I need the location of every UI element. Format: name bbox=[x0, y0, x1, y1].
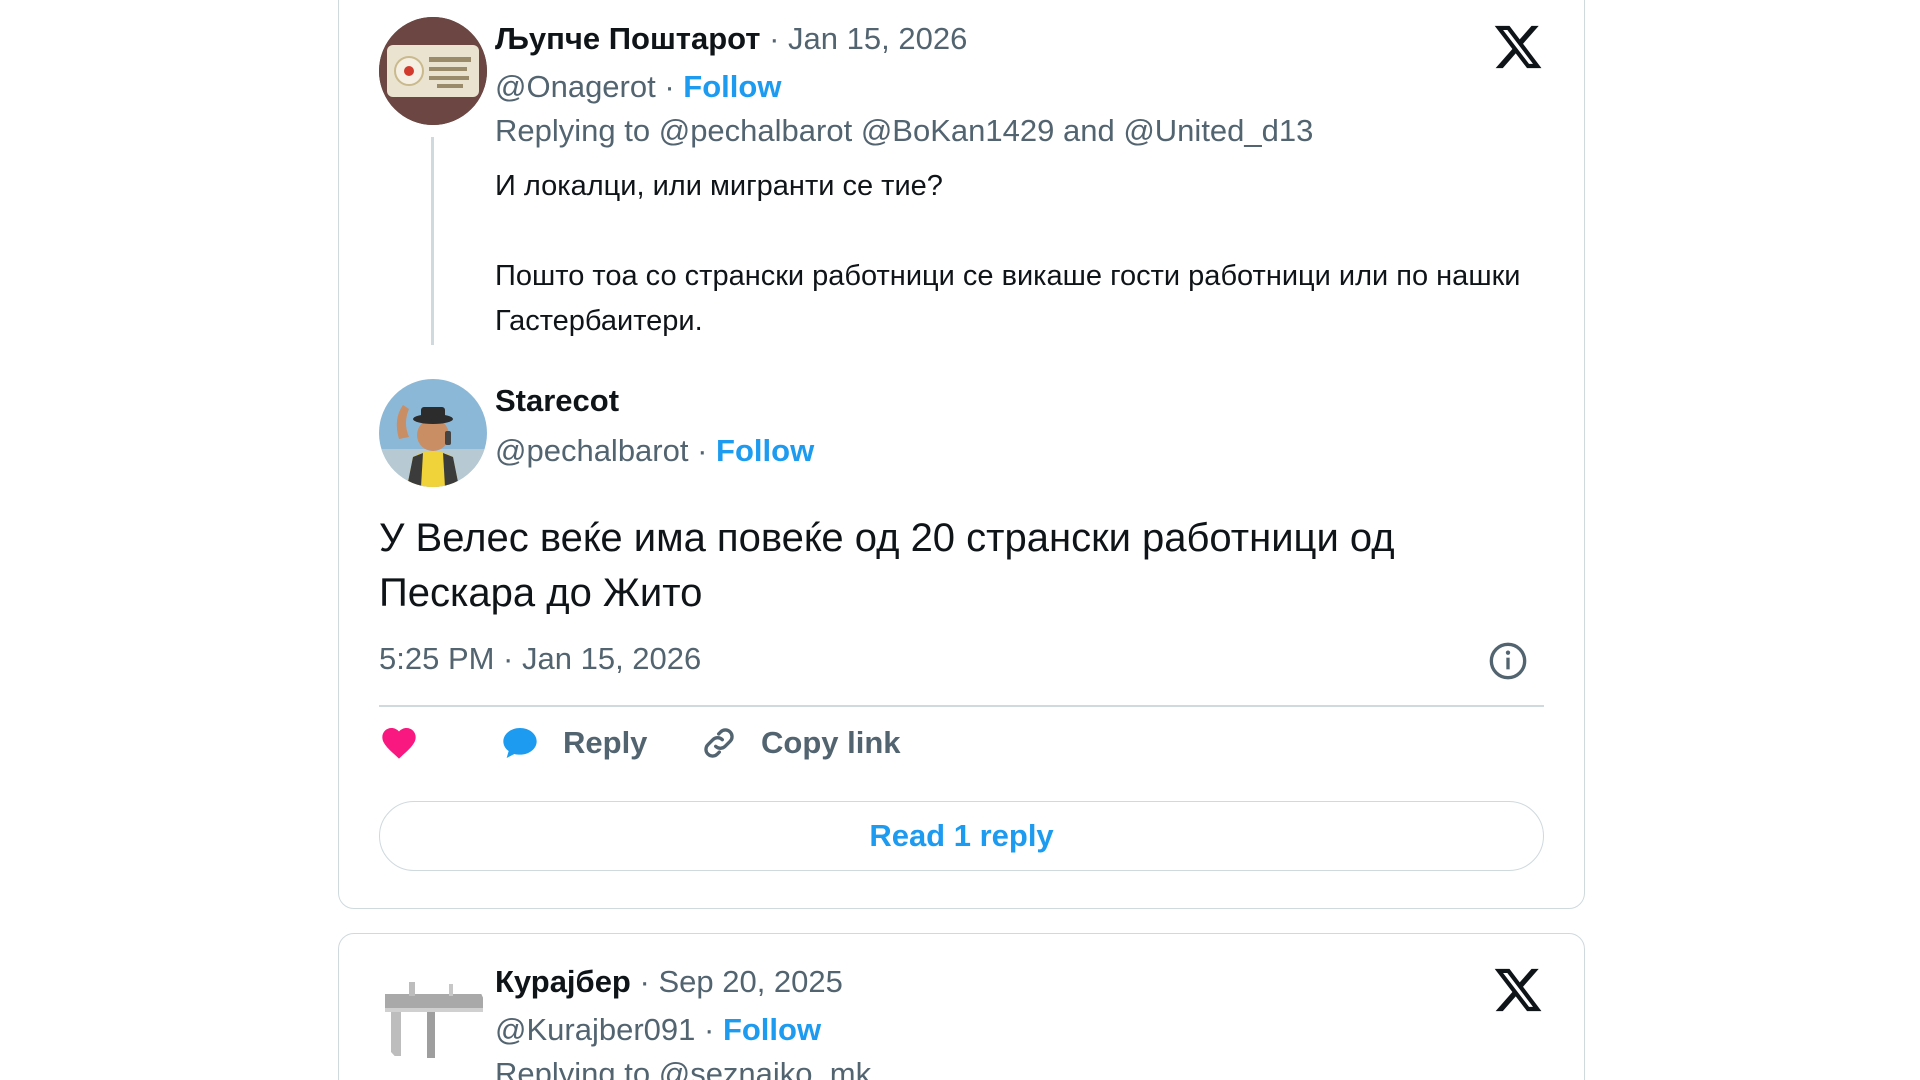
reply-label: Reply bbox=[563, 725, 648, 760]
quoted-text-line: Пошто тоа со странски работници се викаш… bbox=[495, 260, 1521, 337]
mention-link[interactable]: @United_d13 bbox=[1123, 113, 1313, 148]
replying-to: Replying to @pechalbarot @BoKan1429 and … bbox=[495, 113, 1313, 149]
follow-link[interactable]: Follow bbox=[683, 69, 781, 104]
author-handle[interactable]: @Kurajber091 bbox=[495, 1012, 695, 1047]
x-logo-icon[interactable] bbox=[1492, 21, 1544, 73]
reply-button[interactable]: Reply bbox=[499, 718, 647, 768]
mention-link[interactable]: @BoKan1429 bbox=[861, 113, 1055, 148]
link-icon bbox=[704, 728, 734, 758]
speech-bubble-icon bbox=[503, 728, 537, 758]
quoted-handle-line: @Onagerot · Follow bbox=[495, 69, 781, 105]
tweet-card: Љупче Поштарот · Jan 15, 2026 @Onagerot … bbox=[338, 0, 1585, 909]
read-replies-button[interactable]: Read 1 reply bbox=[379, 801, 1544, 871]
heart-icon bbox=[382, 728, 416, 759]
author-handle[interactable]: @pechalbarot bbox=[495, 433, 688, 468]
tweet-date[interactable]: Jan 15, 2026 bbox=[788, 21, 967, 56]
avatar-image bbox=[379, 379, 487, 487]
mention-link[interactable]: @pechalbarot bbox=[659, 113, 852, 148]
follow-link[interactable]: Follow bbox=[716, 433, 814, 468]
tweet-header: Курајбер · Sep 20, 2025 bbox=[495, 964, 843, 1000]
tweet-text: У Велес веќе има повеќе од 20 странски р… bbox=[379, 516, 1395, 615]
divider bbox=[379, 705, 1544, 707]
and-label: and bbox=[1062, 113, 1115, 148]
replying-to: Replying to @seznaiko_mk bbox=[495, 1056, 871, 1080]
author-handle[interactable]: @Onagerot bbox=[495, 69, 656, 104]
avatar-image bbox=[379, 964, 487, 1072]
author-name[interactable]: Курајбер bbox=[495, 964, 631, 999]
tweet-card: Курајбер · Sep 20, 2025 @Kurajber091 · F… bbox=[338, 933, 1585, 1080]
quoted-text-line: И локалци, или мигранти се тие? bbox=[495, 170, 943, 202]
separator: · bbox=[639, 964, 659, 999]
x-logo-icon[interactable] bbox=[1492, 964, 1544, 1016]
copy-link-button[interactable]: Copy link bbox=[699, 718, 901, 768]
avatar[interactable] bbox=[379, 379, 487, 487]
separator: · bbox=[697, 433, 717, 468]
quoted-header: Љупче Поштарот · Jan 15, 2026 bbox=[495, 21, 967, 57]
embedded-tweets-page: Љупче Поштарот · Jan 15, 2026 @Onagerot … bbox=[0, 0, 1920, 1080]
tweet-timestamp[interactable]: 5:25 PM · Jan 15, 2026 bbox=[379, 641, 701, 677]
main-header: Starecot bbox=[495, 383, 619, 419]
copy-link-label: Copy link bbox=[761, 725, 901, 760]
mention-link[interactable]: @seznaiko_mk bbox=[659, 1056, 871, 1080]
author-name[interactable]: Starecot bbox=[495, 383, 619, 418]
author-name[interactable]: Љупче Поштарот bbox=[495, 21, 760, 56]
separator: · bbox=[664, 69, 684, 104]
follow-link[interactable]: Follow bbox=[723, 1012, 821, 1047]
thread-connector bbox=[431, 137, 434, 345]
handle-line: @Kurajber091 · Follow bbox=[495, 1012, 821, 1048]
main-handle-line: @pechalbarot · Follow bbox=[495, 433, 814, 469]
avatar[interactable] bbox=[379, 964, 487, 1072]
like-button[interactable] bbox=[379, 718, 419, 768]
avatar[interactable] bbox=[379, 17, 487, 125]
replying-to-label: Replying to bbox=[495, 1056, 651, 1080]
info-icon[interactable] bbox=[1488, 641, 1528, 681]
replying-to-label: Replying to bbox=[495, 113, 651, 148]
tweet-date[interactable]: Sep 20, 2025 bbox=[658, 964, 842, 999]
separator: · bbox=[769, 21, 789, 56]
quoted-tweet-text: И локалци, или мигранти се тие? Пошто то… bbox=[495, 164, 1555, 344]
separator: · bbox=[704, 1012, 723, 1047]
avatar-image bbox=[379, 17, 487, 125]
